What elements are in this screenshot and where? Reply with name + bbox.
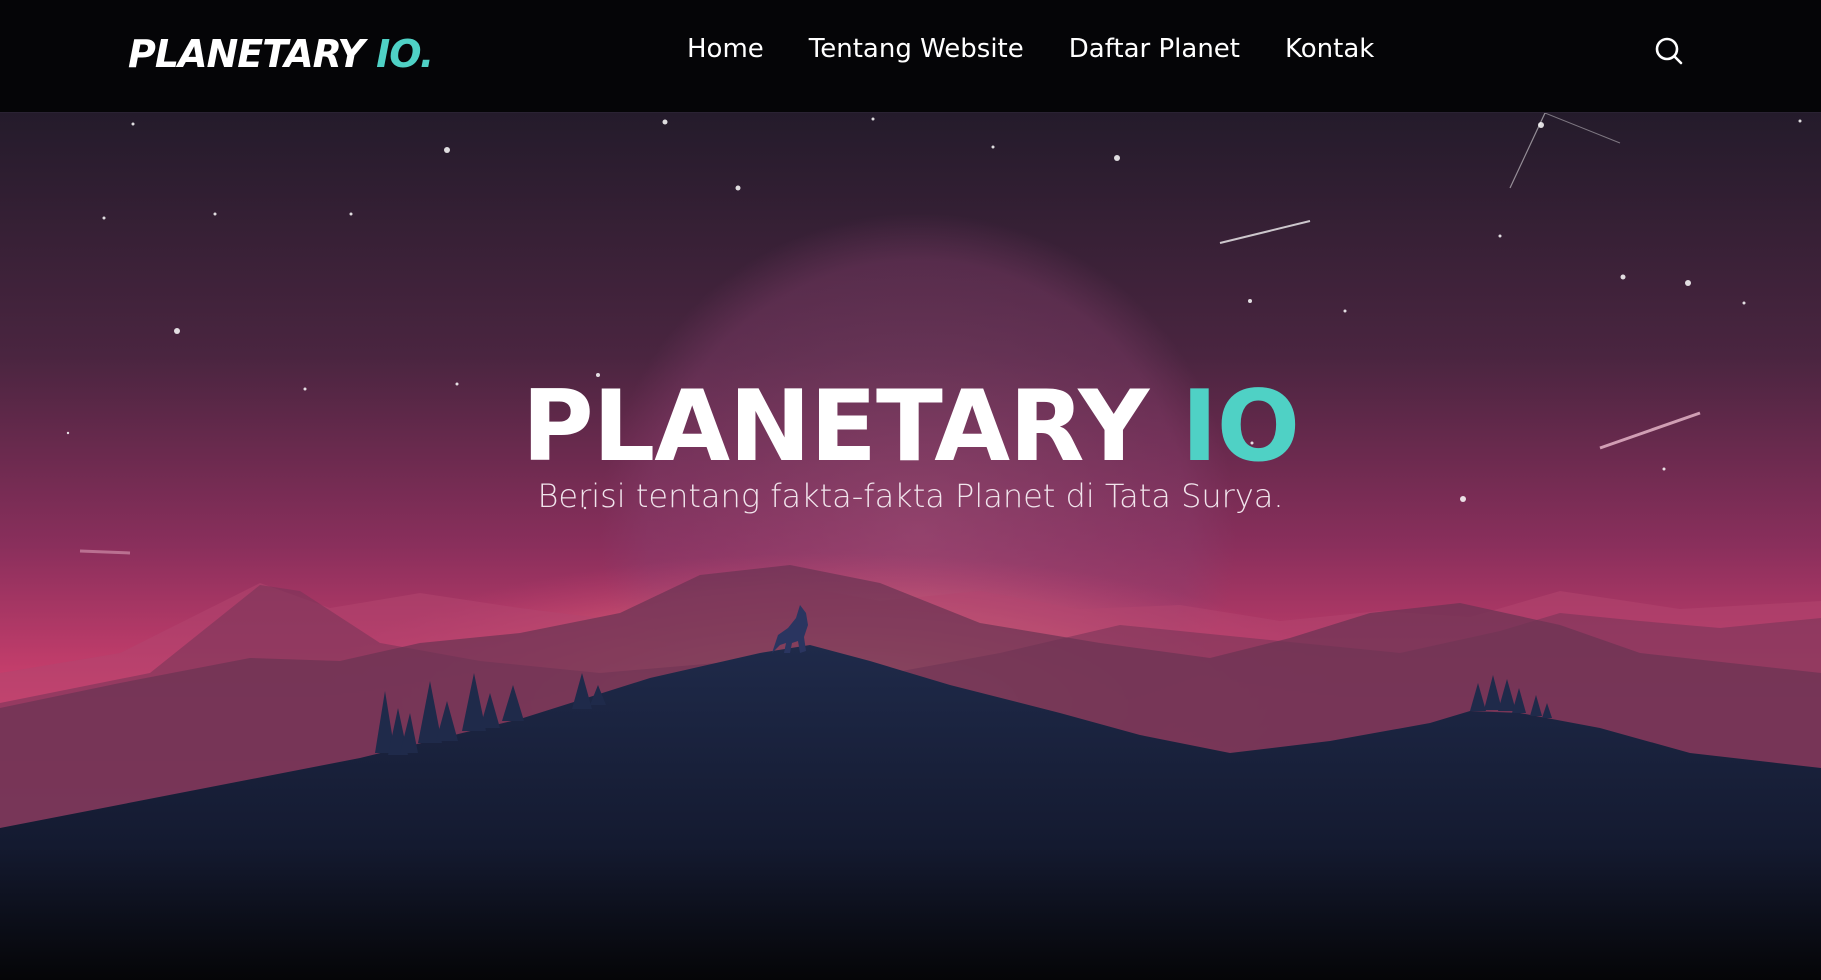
main-nav: Home Tentang Website Daftar Planet Konta… [687, 30, 1419, 68]
hero-subtitle: Berisi tentang fakta-fakta Planet di Tat… [537, 477, 1284, 515]
hero-section: PLANETARY IO Berisi tentang fakta-fakta … [0, 113, 1821, 980]
logo-text: PLANETARY [128, 32, 365, 76]
site-logo[interactable]: PLANETARY IO. [128, 32, 434, 76]
search-icon [1655, 37, 1683, 65]
hero-title: PLANETARY IO [0, 371, 1821, 483]
nav-link-daftar-planet[interactable]: Daftar Planet [1069, 30, 1240, 68]
page: PLANETARY IO. Home Tentang Website Dafta… [0, 0, 1821, 980]
nav-link-home[interactable]: Home [687, 30, 764, 68]
nav-link-tentang-website[interactable]: Tentang Website [809, 30, 1024, 68]
navbar: PLANETARY IO. Home Tentang Website Dafta… [0, 0, 1821, 113]
logo-accent: IO. [376, 32, 434, 76]
hero-title-accent: IO [1181, 369, 1300, 484]
hero-background-illustration [0, 113, 1821, 980]
search-button[interactable] [1654, 36, 1684, 66]
nav-link-kontak[interactable]: Kontak [1285, 30, 1374, 68]
hero-title-main: PLANETARY [521, 369, 1149, 484]
